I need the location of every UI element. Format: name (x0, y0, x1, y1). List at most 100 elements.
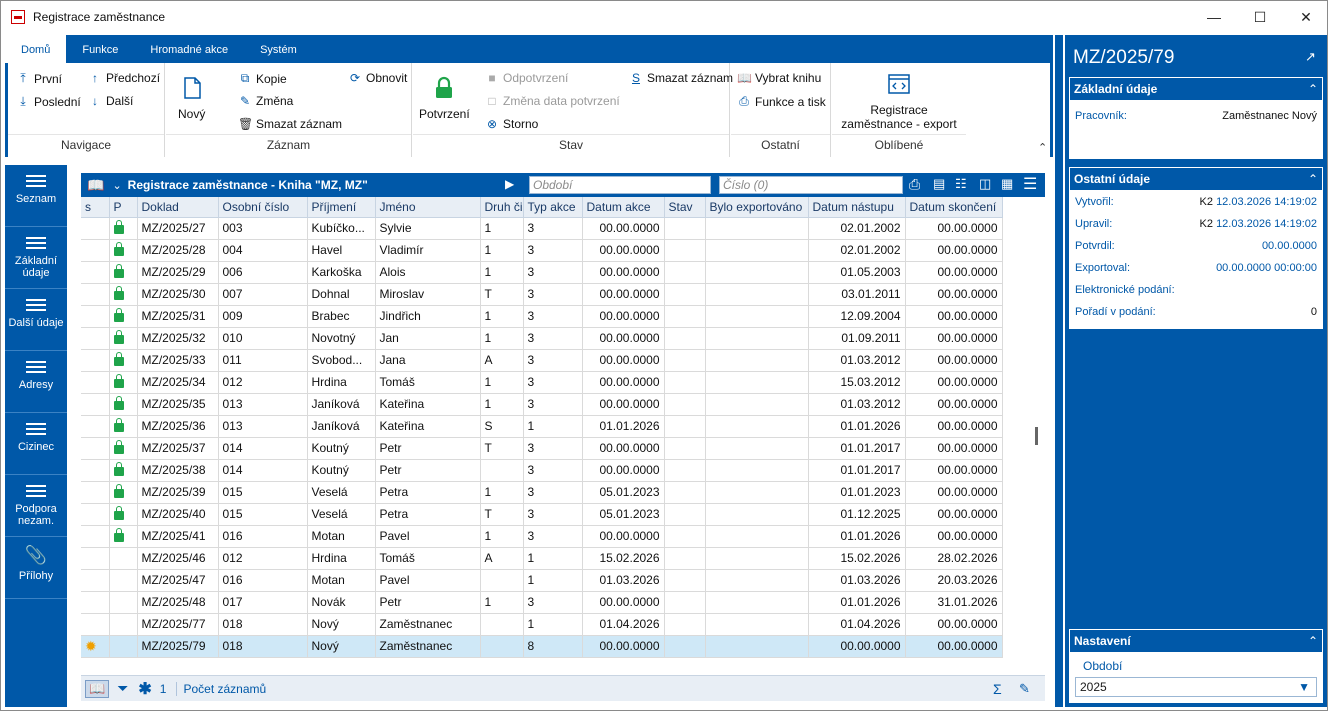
table-row[interactable]: MZ/2025/28 004 Havel Vladimír 1 3 00.00.0000 02… (81, 239, 1003, 262)
tab-system[interactable]: Systém (244, 35, 313, 63)
chevron-down-icon[interactable]: ⌄ (112, 179, 121, 192)
nav-list[interactable]: Seznam (5, 165, 67, 227)
col-header-p[interactable]: P (109, 197, 138, 218)
next-button[interactable]: ↓ Další (88, 94, 133, 108)
col-header-action-date[interactable]: Datum akce (582, 197, 665, 218)
nav-other-data[interactable]: Další údaje (5, 289, 67, 351)
book-icon[interactable]: 📖 (87, 177, 104, 194)
play-icon[interactable]: ▶ (505, 177, 514, 191)
section-basic-head[interactable]: Základní údaje ⌃ (1069, 77, 1323, 101)
number-search-input[interactable]: Číslo (0) (719, 176, 903, 194)
tab-home[interactable]: Domů (5, 35, 67, 63)
cell-doklad: MZ/2025/47 (137, 569, 219, 592)
filter-icon[interactable]: ⏷ (117, 680, 128, 697)
col-header-s[interactable]: s (81, 197, 110, 218)
nav-unemployment[interactable]: Podpora nezam. (5, 475, 67, 537)
new-button[interactable]: Nový (178, 75, 205, 121)
table-row[interactable]: MZ/2025/36 013 Janíková Kateřina S 1 01.01.202… (81, 415, 1003, 438)
panel-splitter[interactable] (1055, 35, 1063, 707)
cancel-button[interactable]: ⊗ Storno (485, 117, 538, 131)
table-row[interactable]: MZ/2025/38 014 Koutný Petr 3 00.00.0000 01.01.… (81, 459, 1003, 482)
minimize-button[interactable]: — (1191, 1, 1237, 33)
change-date-button[interactable]: □ Změna data potvrzení (485, 94, 619, 108)
table-row[interactable]: MZ/2025/35 013 Janíková Kateřina 1 3 00.00.000… (81, 393, 1003, 416)
cell-jmeno: Petra (375, 481, 481, 504)
period-select[interactable]: 2025 ▼ (1075, 677, 1317, 697)
change-button[interactable]: ✎ Změna (238, 94, 293, 108)
unconfirm-button[interactable]: ■ Odpotvrzení (485, 71, 568, 85)
table-row[interactable]: MZ/2025/77 018 Nový Zaměstnanec 1 01.04.2026 0… (81, 613, 1003, 636)
hierarchy-icon[interactable]: ☷ (955, 176, 967, 192)
table-row[interactable]: MZ/2025/39 015 Veselá Petra 1 3 05.01.2023 01.0… (81, 481, 1003, 504)
print-icon[interactable]: ⎙ (909, 176, 920, 193)
previous-button[interactable]: ↑ Předchozí (88, 71, 160, 85)
export-button[interactable]: Registrace zaměstnance - export (840, 71, 958, 131)
ribbon: Domů Funkce Hromadné akce Systém ⤒ První … (5, 35, 1053, 157)
table-row[interactable]: MZ/2025/47 016 Motan Pavel 1 01.03.2026 01.03.… (81, 569, 1003, 592)
chart-icon[interactable]: ▤ (933, 176, 945, 192)
col-header-kind[interactable]: Druh či (480, 197, 524, 218)
table-row[interactable]: MZ/2025/46 012 Hrdina Tomáš A 1 15.02.2026 15.0… (81, 547, 1003, 570)
section-settings-head[interactable]: Nastavení ⌃ (1069, 629, 1323, 653)
edit-icon[interactable]: ✎ (1019, 681, 1030, 697)
table-row[interactable]: MZ/2025/37 014 Koutný Petr T 3 00.00.0000 01.01… (81, 437, 1003, 460)
records-count-button[interactable]: Počet záznamů (176, 681, 266, 696)
cell-typ: 3 (523, 371, 583, 394)
col-header-exported[interactable]: Bylo exportováno (705, 197, 809, 218)
functions-print-button[interactable]: ⎙ Funkce a tisk (737, 94, 826, 109)
cell-skonceni: 00.00.0000 (905, 459, 1003, 482)
period-filter-input[interactable]: Období (529, 176, 711, 194)
table-row[interactable]: MZ/2025/32 010 Novotný Jan 1 3 00.00.0000 01.09… (81, 327, 1003, 350)
copy-button[interactable]: ⧉ Kopie (238, 71, 287, 86)
export-excel-icon[interactable]: ▦ (1001, 176, 1013, 192)
section-other-head[interactable]: Ostatní údaje ⌃ (1069, 167, 1323, 191)
table-row[interactable]: ✹ MZ/2025/79 018 Nový Zaměstnanec 8 00.00.0000… (81, 635, 1003, 658)
first-button[interactable]: ⤒ První (16, 71, 62, 86)
col-header-personal-number[interactable]: Osobní číslo (218, 197, 308, 218)
tab-functions[interactable]: Funkce (66, 35, 134, 63)
nav-basic-data[interactable]: Základní údaje (5, 227, 67, 289)
table-row[interactable]: MZ/2025/40 015 Veselá Petra T 3 05.01.2023 01.1… (81, 503, 1003, 526)
tab-bulk-actions[interactable]: Hromadné akce (134, 35, 244, 63)
collapse-ribbon-icon[interactable]: ⌃ (1038, 141, 1047, 154)
table-row[interactable]: MZ/2025/27 003 Kubíčko... Sylvie 1 3 00.00.000… (81, 217, 1003, 240)
table-row[interactable]: MZ/2025/34 012 Hrdina Tomáš 1 3 00.00.0000 15.0… (81, 371, 1003, 394)
cell-druh: A (480, 547, 524, 570)
confirm-button[interactable]: Potvrzení (419, 75, 470, 121)
asterisk-icon[interactable]: ✱ (138, 679, 151, 699)
sum-icon[interactable]: Σ (993, 681, 1002, 697)
select-book-button[interactable]: 📖 Vybrat knihu (737, 71, 821, 85)
group-navigation: ⤒ První ↑ Předchozí ⤓ Poslední ↓ Další Navig… (8, 63, 165, 157)
columns-icon[interactable]: ◫ (979, 176, 991, 192)
nav-attachments[interactable]: 📎 Přílohy (5, 537, 67, 599)
col-header-state[interactable]: Stav (664, 197, 706, 218)
popout-icon[interactable]: ↗ (1305, 49, 1316, 65)
col-header-surname[interactable]: Příjmení (307, 197, 376, 218)
last-button[interactable]: ⤓ Poslední (16, 94, 80, 109)
col-header-start-date[interactable]: Datum nástupu (808, 197, 906, 218)
book-view-icon[interactable]: 📖 (85, 679, 110, 698)
cell-nastup: 01.03.2012 (808, 349, 906, 372)
state-delete-button[interactable]: S Smazat záznam (629, 71, 733, 85)
table-row[interactable]: MZ/2025/48 017 Novák Petr 1 3 00.00.0000 01.01.… (81, 591, 1003, 614)
col-header-end-date[interactable]: Datum skončení (905, 197, 1003, 218)
nav-foreigner[interactable]: Cizinec (5, 413, 67, 475)
delete-record-button[interactable]: 🗑 Smazat záznam (238, 117, 342, 131)
table-row[interactable]: MZ/2025/31 009 Brabec Jindřich 1 3 00.00.0000 1… (81, 305, 1003, 328)
vertical-scrollbar[interactable] (1035, 427, 1038, 445)
table-row[interactable]: MZ/2025/41 016 Motan Pavel 1 3 00.00.0000 01.01… (81, 525, 1003, 548)
refresh-button[interactable]: ⟳ Obnovit (348, 71, 407, 85)
table-row[interactable]: MZ/2025/30 007 Dohnal Miroslav T 3 00.00.0000 0… (81, 283, 1003, 306)
menu-icon[interactable]: ☰ (1023, 174, 1037, 194)
maximize-button[interactable]: ☐ (1237, 1, 1283, 33)
table-row[interactable]: MZ/2025/29 006 Karkoška Alois 1 3 00.00.0000 01… (81, 261, 1003, 284)
cell-doklad: MZ/2025/31 (137, 305, 219, 328)
table-row[interactable]: MZ/2025/33 011 Svobod... Jana A 3 00.00.0000 01… (81, 349, 1003, 372)
col-header-doklad[interactable]: Doklad (137, 197, 219, 218)
col-header-action-type[interactable]: Typ akce (523, 197, 583, 218)
close-button[interactable]: ✕ (1283, 1, 1328, 33)
cell-nastup: 02.01.2002 (808, 239, 906, 262)
confirmed-lock-icon (113, 374, 124, 388)
nav-addresses[interactable]: Adresy (5, 351, 67, 413)
col-header-name[interactable]: Jméno (375, 197, 481, 218)
